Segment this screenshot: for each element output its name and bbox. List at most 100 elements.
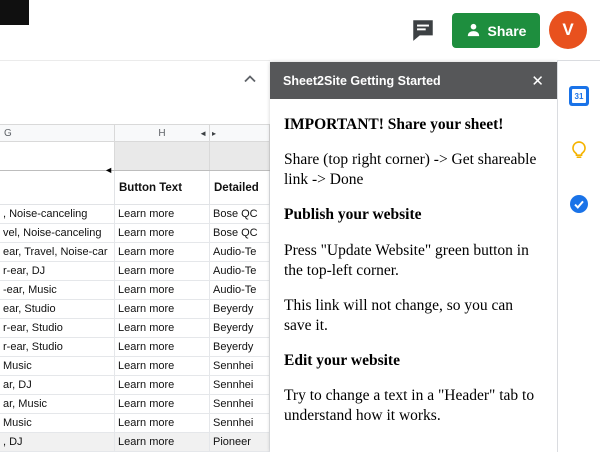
cell-tags[interactable]: ar, DJ	[0, 376, 115, 394]
table-row: ear, Travel, Noise-car Learn more Audio-…	[0, 243, 270, 262]
table-row: vel, Noise-canceling Learn more Bose QC	[0, 224, 270, 243]
table-row: r-ear, Studio Learn more Beyerdy	[0, 319, 270, 338]
panel-header: Sheet2Site Getting Started ✕	[270, 62, 557, 99]
cell-tags[interactable]: Music	[0, 357, 115, 375]
table-row: , DJ Learn more Pioneer	[0, 433, 270, 452]
cell-tags[interactable]: ar, Music	[0, 395, 115, 413]
person-icon	[466, 22, 481, 40]
cell-detailed[interactable]: Sennhei	[210, 414, 270, 432]
cell-detailed[interactable]: Audio-Te	[210, 262, 270, 280]
cell-detailed[interactable]: Sennhei	[210, 357, 270, 375]
cell-tags[interactable]: vel, Noise-canceling	[0, 224, 115, 242]
calendar-icon-date: 31	[572, 89, 586, 103]
cell-detailed[interactable]: Beyerdy	[210, 338, 270, 356]
table-row: r-ear, Studio Learn more Beyerdy	[0, 338, 270, 357]
cell-button-text[interactable]: Learn more	[115, 395, 210, 413]
cell-detailed[interactable]: Bose QC	[210, 205, 270, 223]
cell-tags[interactable]: , Noise-canceling	[0, 205, 115, 223]
chevron-up-icon[interactable]	[240, 69, 260, 89]
column-letter-h: H	[158, 128, 165, 139]
cell-button-text[interactable]: Learn more	[115, 338, 210, 356]
table-row: , Noise-canceling Learn more Bose QC	[0, 205, 270, 224]
cell-button-text[interactable]: Learn more	[115, 319, 210, 337]
filter-arrow-icon[interactable]: ◄	[104, 165, 113, 175]
panel-heading: Edit your website	[284, 351, 543, 371]
getting-started-panel: Sheet2Site Getting Started ✕ IMPORTANT! …	[270, 62, 557, 452]
cell-button-text[interactable]: Learn more	[115, 224, 210, 242]
cell-button-text[interactable]: Learn more	[115, 376, 210, 394]
cell-tags[interactable]: r-ear, DJ	[0, 262, 115, 280]
screen-corner-artifact	[0, 0, 29, 25]
panel-title: Sheet2Site Getting Started	[283, 74, 531, 88]
cell-tags[interactable]: r-ear, Studio	[0, 338, 115, 356]
header-cell-g[interactable]: ◄	[0, 171, 115, 204]
calendar-icon-frame: 31	[569, 86, 589, 106]
panel-heading: Publish your website	[284, 205, 543, 225]
frozen-cell-h[interactable]	[115, 142, 210, 170]
header-cell-button-text[interactable]: Button Text	[115, 171, 210, 204]
cell-detailed[interactable]: Audio-Te	[210, 281, 270, 299]
table-row: ar, Music Learn more Sennhei	[0, 395, 270, 414]
header-cell-detailed[interactable]: Detailed	[210, 171, 270, 204]
google-sheets-window: Share V G H ◄ ▸	[0, 0, 600, 452]
cell-button-text[interactable]: Learn more	[115, 281, 210, 299]
share-button-label: Share	[488, 23, 527, 39]
panel-paragraph: Share (top right corner) -> Get shareabl…	[284, 150, 543, 190]
sheet-toolbar-strip	[0, 61, 270, 124]
cell-tags[interactable]: ear, Studio	[0, 300, 115, 318]
table-row: Music Learn more Sennhei	[0, 414, 270, 433]
calendar-icon[interactable]: 31	[568, 85, 590, 107]
cell-detailed[interactable]: Sennhei	[210, 395, 270, 413]
cell-tags[interactable]: r-ear, Studio	[0, 319, 115, 337]
cell-tags[interactable]: ear, Travel, Noise-car	[0, 243, 115, 261]
cell-detailed[interactable]: Beyerdy	[210, 300, 270, 318]
workspace-side-rail: 31	[557, 60, 600, 452]
cell-detailed[interactable]: Audio-Te	[210, 243, 270, 261]
header-label-button-text: Button Text	[119, 182, 182, 194]
frozen-row	[0, 142, 270, 171]
column-header-row: G H ◄ ▸	[0, 124, 270, 142]
table-row: -ear, Music Learn more Audio-Te	[0, 281, 270, 300]
cell-button-text[interactable]: Learn more	[115, 414, 210, 432]
panel-paragraph: Press "Update Website" green button in t…	[284, 241, 543, 281]
frozen-cell-g[interactable]	[0, 142, 115, 170]
comment-icon	[410, 31, 436, 46]
panel-paragraph: This link will not change, so you can sa…	[284, 296, 543, 336]
column-letter-g: G	[4, 128, 12, 139]
cell-button-text[interactable]: Learn more	[115, 262, 210, 280]
table-row: r-ear, DJ Learn more Audio-Te	[0, 262, 270, 281]
column-header-i[interactable]: ▸	[210, 125, 270, 141]
column-header-g[interactable]: G	[0, 125, 115, 141]
cell-tags[interactable]: Music	[0, 414, 115, 432]
cell-detailed[interactable]: Sennhei	[210, 376, 270, 394]
frozen-cell-i[interactable]	[210, 142, 270, 170]
table-header-row: ◄ Button Text Detailed	[0, 171, 270, 205]
share-button[interactable]: Share	[452, 13, 540, 48]
table-row: ear, Studio Learn more Beyerdy	[0, 300, 270, 319]
panel-paragraph: Try to change a text in a "Header" tab t…	[284, 386, 543, 426]
cell-button-text[interactable]: Learn more	[115, 433, 210, 451]
cell-button-text[interactable]: Learn more	[115, 300, 210, 318]
close-icon[interactable]: ✕	[531, 72, 544, 90]
panel-body: IMPORTANT! Share your sheet! Share (top …	[270, 99, 557, 452]
hidden-columns-left-arrow-icon[interactable]: ◄	[199, 130, 207, 138]
cell-button-text[interactable]: Learn more	[115, 357, 210, 375]
panel-heading: IMPORTANT! Share your sheet!	[284, 115, 543, 135]
table-row: Music Learn more Sennhei	[0, 357, 270, 376]
avatar-initial: V	[562, 20, 573, 40]
column-header-h[interactable]: H ◄	[115, 125, 210, 141]
cell-button-text[interactable]: Learn more	[115, 205, 210, 223]
cell-detailed[interactable]: Beyerdy	[210, 319, 270, 337]
cell-tags[interactable]: , DJ	[0, 433, 115, 451]
account-avatar[interactable]: V	[549, 11, 587, 49]
comment-button[interactable]	[408, 17, 438, 45]
tasks-icon[interactable]	[568, 193, 590, 215]
cell-tags[interactable]: -ear, Music	[0, 281, 115, 299]
hidden-columns-right-arrow-icon[interactable]: ▸	[212, 130, 216, 138]
cell-detailed[interactable]: Bose QC	[210, 224, 270, 242]
header-label-detailed: Detailed	[214, 182, 259, 194]
cell-button-text[interactable]: Learn more	[115, 243, 210, 261]
cell-detailed[interactable]: Pioneer	[210, 433, 270, 451]
spreadsheet-area: G H ◄ ▸ ◄ Button Text Detaile	[0, 60, 270, 452]
keep-lightbulb-icon[interactable]	[568, 139, 590, 161]
